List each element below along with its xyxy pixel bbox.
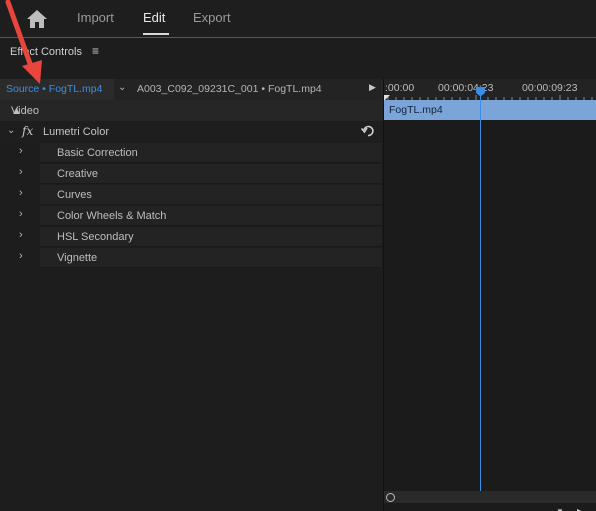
effect-group-basic-correction[interactable]: › Basic Correction <box>0 142 383 163</box>
effect-group-vignette[interactable]: › Vignette <box>0 247 383 268</box>
group-label: HSL Secondary <box>57 231 134 243</box>
reset-icon[interactable] <box>361 124 375 138</box>
fx-icon[interactable]: fx <box>22 124 33 138</box>
group-label: Color Wheels & Match <box>57 210 167 222</box>
tab-export[interactable]: Export <box>193 10 231 25</box>
effect-group-curves[interactable]: › Curves <box>0 184 383 205</box>
filter-triangle-icon[interactable]: ▼ <box>556 507 564 511</box>
play-triangle-icon[interactable]: ▶ <box>369 82 376 93</box>
active-tab-underline <box>143 33 169 35</box>
chevron-right-icon[interactable]: › <box>19 166 23 178</box>
group-label: Basic Correction <box>57 147 138 159</box>
zoom-handle[interactable] <box>386 493 395 502</box>
chevron-right-icon[interactable]: › <box>19 229 23 241</box>
timecode-label: 00:00:09:23 <box>522 82 578 94</box>
effect-group-creative[interactable]: › Creative <box>0 163 383 184</box>
chevron-down-icon[interactable]: ⌄ <box>7 125 15 136</box>
timeline-scrollbar[interactable] <box>384 491 596 503</box>
tab-import[interactable]: Import <box>77 10 114 25</box>
lumetri-effect-row[interactable]: ⌄ fx Lumetri Color <box>0 121 383 142</box>
sequence-tab-label[interactable]: A003_C092_09231C_001 • FogTL.mp4 <box>137 83 322 95</box>
panel-menu-icon[interactable]: ≡ <box>92 44 99 58</box>
chevron-right-icon[interactable]: › <box>19 250 23 262</box>
annotation-arrow-icon <box>5 0 42 84</box>
video-section-header: Video ▲ <box>0 100 383 121</box>
group-label: Curves <box>57 189 92 201</box>
chevron-right-icon[interactable]: › <box>19 145 23 157</box>
clip-name: FogTL.mp4 <box>389 104 443 116</box>
time-ruler[interactable]: :00:00 00:00:04:23 00:00:09:23 <box>384 79 596 100</box>
tab-edit[interactable]: Edit <box>143 10 165 25</box>
group-label: Vignette <box>57 252 98 264</box>
chevron-right-icon[interactable]: › <box>19 208 23 220</box>
chevron-down-icon[interactable]: ⌄ <box>118 82 126 93</box>
group-label: Creative <box>57 168 98 180</box>
chevron-right-icon[interactable]: › <box>19 187 23 199</box>
playhead-line[interactable] <box>480 91 481 491</box>
effect-group-hsl-secondary[interactable]: › HSL Secondary <box>0 226 383 247</box>
effects-list: Video ▲ ⌄ fx Lumetri Color › Basic Corre… <box>0 100 383 511</box>
collapse-up-icon[interactable]: ▲ <box>11 105 22 117</box>
effect-group-color-wheels[interactable]: › Color Wheels & Match <box>0 205 383 226</box>
playhead-icon[interactable] <box>475 86 486 97</box>
clip-bar[interactable]: FogTL.mp4 <box>384 100 596 120</box>
timecode-label: :00:00 <box>385 82 415 94</box>
effect-timeline: :00:00 00:00:04:23 00:00:09:23 FogTL.mp4 <box>384 79 596 511</box>
effect-name: Lumetri Color <box>43 126 110 138</box>
top-nav-bar: Import Edit Export <box>0 0 596 37</box>
panel-header: Effect Controls ≡ <box>0 38 596 78</box>
scroll-right-icon[interactable]: ▶ <box>577 507 583 511</box>
